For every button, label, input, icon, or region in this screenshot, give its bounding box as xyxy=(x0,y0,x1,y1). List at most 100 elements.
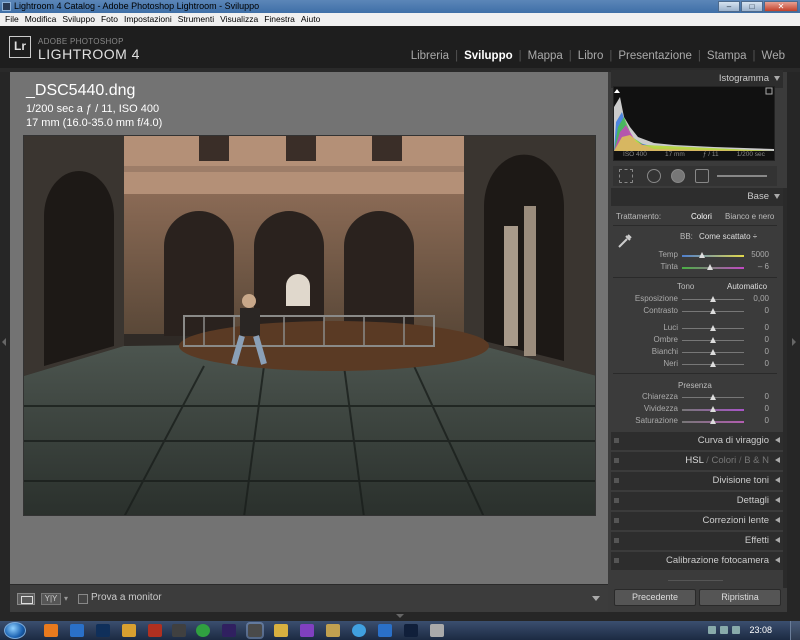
adjustment-slider[interactable] xyxy=(682,394,744,400)
minimize-button[interactable]: – xyxy=(718,1,740,12)
close-button[interactable]: ✕ xyxy=(764,1,798,12)
maximize-button[interactable]: □ xyxy=(741,1,763,12)
adjustment-slider[interactable] xyxy=(682,361,744,367)
panel-switch-icon[interactable] xyxy=(614,458,619,463)
slider-knob[interactable] xyxy=(710,296,716,302)
menu-edit[interactable]: Modifica xyxy=(23,13,61,26)
menu-tools[interactable]: Strumenti xyxy=(176,13,218,26)
media-icon[interactable] xyxy=(326,624,340,637)
menu-photo[interactable]: Foto xyxy=(99,13,122,26)
slider-value[interactable]: 0 xyxy=(739,404,769,413)
adjustment-slider[interactable] xyxy=(682,349,744,355)
menu-window[interactable]: Finestra xyxy=(262,13,299,26)
adjustment-slider[interactable] xyxy=(682,337,744,343)
bridge-icon[interactable] xyxy=(222,624,236,637)
app-icon[interactable] xyxy=(148,624,162,637)
detail-header[interactable]: Dettagli xyxy=(611,492,783,510)
start-button[interactable] xyxy=(4,622,26,639)
slider-value[interactable]: 0 xyxy=(739,335,769,344)
module-library[interactable]: Libreria xyxy=(405,50,455,62)
firefox-icon[interactable] xyxy=(44,624,58,637)
panel-switch-icon[interactable] xyxy=(614,478,619,483)
auto-tone-button[interactable]: Automatico xyxy=(727,282,767,291)
panel-switch-icon[interactable] xyxy=(614,438,619,443)
temp-value[interactable]: 5000 xyxy=(739,250,769,259)
treatment-color-button[interactable]: Colori xyxy=(691,212,712,221)
module-print[interactable]: Stampa xyxy=(701,50,753,62)
hsl-header[interactable]: HSL / Colori / B & N xyxy=(611,452,783,470)
photoshop-icon[interactable] xyxy=(96,624,110,637)
menu-file[interactable]: File xyxy=(3,13,23,26)
hsl-tab[interactable]: HSL xyxy=(685,455,703,466)
left-panel-toggle[interactable] xyxy=(0,72,10,612)
camera-calibration-header[interactable]: Calibrazione fotocamera xyxy=(611,552,783,570)
lightroom-task-icon[interactable] xyxy=(248,624,262,637)
taskbar-clock[interactable]: 23:08 xyxy=(749,625,772,635)
panel-switch-icon[interactable] xyxy=(614,558,619,563)
photoshop-icon[interactable] xyxy=(404,624,418,637)
graduated-filter-icon[interactable] xyxy=(695,169,709,183)
reset-button[interactable]: Ripristina xyxy=(699,589,781,606)
tone-curve-header[interactable]: Curva di viraggio xyxy=(611,432,783,450)
slider-knob[interactable] xyxy=(710,418,716,424)
adjustment-slider[interactable] xyxy=(682,418,744,424)
module-book[interactable]: Libro xyxy=(572,50,610,62)
menu-view[interactable]: Visualizza xyxy=(218,13,262,26)
adjustment-slider[interactable] xyxy=(682,308,744,314)
split-toning-header[interactable]: Divisione toni xyxy=(611,472,783,490)
loupe-view-button[interactable] xyxy=(17,593,35,605)
photo-preview[interactable] xyxy=(23,135,596,516)
panel-switch-icon[interactable] xyxy=(614,518,619,523)
adjustment-slider[interactable] xyxy=(682,325,744,331)
tray-icon[interactable] xyxy=(732,626,740,634)
module-map[interactable]: Mappa xyxy=(522,50,569,62)
menu-settings[interactable]: Impostazioni xyxy=(122,13,176,26)
app-icon[interactable] xyxy=(430,624,444,637)
tray-icon[interactable] xyxy=(720,626,728,634)
adjustment-slider[interactable] xyxy=(682,296,744,302)
folder-icon[interactable] xyxy=(122,624,136,637)
hsl-bw-tab[interactable]: B & N xyxy=(744,455,769,466)
wb-dropdown[interactable]: Come scattato ÷ xyxy=(699,232,757,241)
slider-value[interactable]: 0 xyxy=(739,359,769,368)
slider-knob[interactable] xyxy=(710,361,716,367)
explorer-icon[interactable] xyxy=(274,624,288,637)
slider-knob[interactable] xyxy=(699,252,706,258)
panel-switch-icon[interactable] xyxy=(614,538,619,543)
slider-knob[interactable] xyxy=(710,337,716,343)
panel-scrollbar[interactable] xyxy=(783,188,787,588)
before-after-button[interactable]: Y|Y xyxy=(41,593,61,605)
adjustment-slider[interactable] xyxy=(682,406,744,412)
spot-removal-icon[interactable] xyxy=(647,169,661,183)
app-icon[interactable] xyxy=(378,624,392,637)
histogram[interactable]: ISO 400 17 mm ƒ / 11 1/200 sec xyxy=(613,86,775,161)
app-icon[interactable] xyxy=(172,624,186,637)
hsl-color-tab[interactable]: Colori xyxy=(711,455,736,466)
red-eye-icon[interactable] xyxy=(671,169,685,183)
show-desktop-button[interactable] xyxy=(790,621,800,640)
wb-eyedropper-icon[interactable] xyxy=(616,232,634,250)
slider-knob[interactable] xyxy=(710,349,716,355)
crop-tool-icon[interactable] xyxy=(619,169,633,183)
tint-value[interactable]: – 6 xyxy=(739,262,769,271)
slider-knob[interactable] xyxy=(710,325,716,331)
bottom-panel-toggle[interactable] xyxy=(0,612,800,621)
slider-value[interactable]: 0,00 xyxy=(739,294,769,303)
temp-slider[interactable] xyxy=(682,252,744,258)
skype-icon[interactable] xyxy=(196,624,210,637)
slider-value[interactable]: 0 xyxy=(739,306,769,315)
module-slideshow[interactable]: Presentazione xyxy=(612,50,698,62)
lens-corrections-header[interactable]: Correzioni lente xyxy=(611,512,783,530)
slider-value[interactable]: 0 xyxy=(739,416,769,425)
previous-button[interactable]: Precedente xyxy=(614,589,696,606)
slider-knob[interactable] xyxy=(710,308,716,314)
soft-proof-checkbox[interactable] xyxy=(78,594,88,604)
slider-knob[interactable] xyxy=(710,406,716,412)
module-web[interactable]: Web xyxy=(756,50,791,62)
treatment-bw-button[interactable]: Bianco e nero xyxy=(725,212,774,221)
toolbar-menu-icon[interactable] xyxy=(592,596,600,601)
effects-header[interactable]: Effetti xyxy=(611,532,783,550)
image-canvas[interactable]: _DSC5440.dng 1/200 sec a ƒ / 11, ISO 400… xyxy=(10,72,608,584)
ie-icon[interactable] xyxy=(70,624,84,637)
menu-help[interactable]: Aiuto xyxy=(299,13,324,26)
